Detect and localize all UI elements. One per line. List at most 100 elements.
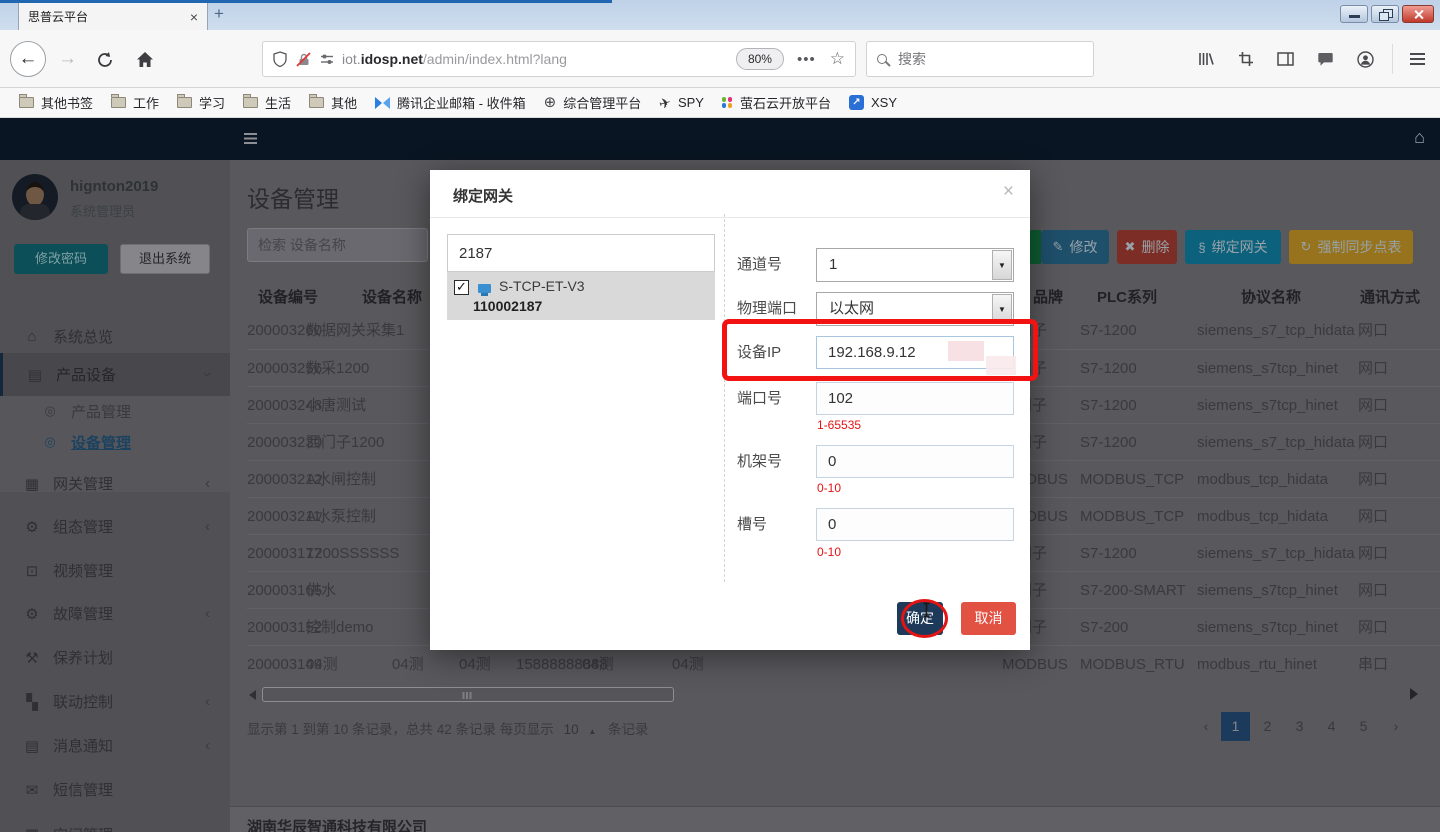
hscroll-right-arrow[interactable] (1410, 688, 1418, 700)
screen: 思普云平台 × + ← → (0, 0, 1440, 832)
page-button[interactable]: 1 (1221, 712, 1250, 741)
page-button[interactable]: 4 (1317, 712, 1346, 741)
sidebar-item[interactable]: ⊡视频管理 (0, 549, 230, 592)
sidebar-item[interactable]: ⚙故障管理‹ (0, 592, 230, 635)
sidebar-item[interactable]: ⌂系统总览 (0, 318, 230, 354)
back-button[interactable]: ← (10, 41, 46, 77)
table-cell: 网口 (1358, 350, 1388, 387)
bookmark-item[interactable]: 其他书签 (10, 91, 102, 115)
table-row[interactable]: 20000314904测04测04测1588888888804测04测MODBU… (247, 645, 1440, 682)
modal-close-icon[interactable]: × (1003, 181, 1014, 203)
bookmark-item[interactable]: 萤石云开放平台 (713, 91, 840, 115)
bind-gateway-button[interactable]: § 绑定网关 (1185, 230, 1281, 264)
column-header: 设备编号 (258, 286, 318, 307)
hscroll-left-arrow[interactable] (249, 690, 256, 700)
table-cell: siemens_s7tcp_hinet (1197, 609, 1338, 646)
next-page-button[interactable]: › (1386, 712, 1406, 741)
bookmark-item[interactable]: 生活 (234, 91, 300, 115)
force-sync-button[interactable]: ↻ 强制同步点表 (1289, 230, 1413, 264)
page-button[interactable]: 2 (1253, 712, 1282, 741)
tab-title: 思普云平台 (28, 8, 190, 25)
home-button-icon[interactable] (136, 51, 154, 68)
prev-page-button[interactable]: ‹ (1196, 712, 1216, 741)
sidebar-item[interactable]: ◎设备管理 (0, 426, 230, 458)
logout-button[interactable]: 退出系统 (120, 244, 210, 274)
url-bar[interactable]: iot.idosp.net/admin/index.html?lang 80% … (262, 41, 856, 77)
column-header: 品牌 (1033, 286, 1063, 307)
caret-up-icon[interactable]: ▲ (588, 727, 596, 736)
modify-button[interactable]: ✎ 修改 (1041, 230, 1109, 264)
page-size-select[interactable]: 10 (564, 722, 579, 737)
sidebar-item[interactable]: ▤产品设备› (0, 353, 230, 396)
gateway-list-item[interactable]: S-TCP-ET-V3 110002187 (447, 272, 715, 320)
insecure-lock-icon[interactable] (296, 52, 311, 67)
gateway-id: 110002187 (473, 298, 542, 314)
checkbox-checked-icon[interactable] (454, 280, 469, 295)
bookmark-item[interactable]: ⊕综合管理平台 (535, 91, 651, 115)
bookmark-item[interactable]: 工作 (102, 91, 168, 115)
new-tab-button[interactable]: + (214, 4, 224, 24)
gateway-device-icon (478, 284, 491, 293)
table-cell: 网口 (1358, 498, 1388, 535)
change-password-button[interactable]: 修改密码 (14, 244, 108, 274)
screenshot-crop-icon[interactable] (1238, 51, 1254, 67)
page-actions-icon[interactable]: ••• (797, 51, 816, 68)
window-minimize-button[interactable] (1340, 5, 1368, 23)
slot-input[interactable] (816, 508, 1014, 541)
permissions-icon[interactable] (320, 52, 334, 66)
library-icon[interactable] (1198, 51, 1215, 67)
reload-icon[interactable] (96, 51, 116, 69)
window-restore-button[interactable] (1371, 5, 1399, 23)
sidebar-toggle-icon[interactable] (244, 133, 257, 135)
window-close-button[interactable] (1402, 5, 1434, 23)
bookmark-item[interactable]: 学习 (168, 91, 234, 115)
dropdown-arrow-icon[interactable]: ▼ (992, 250, 1012, 280)
menu-hamburger-icon[interactable] (1410, 53, 1425, 55)
browser-search-box[interactable] (866, 41, 1094, 77)
sidebar-panel-icon[interactable] (1277, 51, 1294, 67)
sidebar-item[interactable]: ▦网关管理‹ (0, 462, 230, 505)
sidebar-item[interactable]: ▤消息通知‹ (0, 724, 230, 767)
sidebar-item[interactable]: ⚙组态管理‹ (0, 505, 230, 548)
browser-tab[interactable]: 思普云平台 × (18, 3, 208, 30)
link-icon: § (1198, 240, 1205, 255)
browser-search-input[interactable] (896, 50, 1056, 68)
table-cell: 网口 (1358, 312, 1388, 349)
page-button[interactable]: 5 (1349, 712, 1378, 741)
chevron-left-icon: ‹ (205, 518, 210, 535)
table-cell: 1200SSSSSS (306, 535, 399, 572)
zoom-level-badge[interactable]: 80% (736, 48, 784, 70)
cancel-button[interactable]: 取消 (961, 602, 1016, 635)
sidebar-item[interactable]: ⚒保养计划 (0, 636, 230, 679)
bookmark-item[interactable]: ✈SPY (650, 91, 713, 115)
bookmark-item[interactable]: 其他 (300, 91, 366, 115)
hscroll-thumb[interactable] (262, 687, 674, 702)
bookmark-item[interactable]: ↗XSY (840, 91, 906, 115)
device-search-input[interactable] (247, 228, 428, 262)
gateway-search-input[interactable] (447, 234, 715, 272)
rack-input[interactable] (816, 445, 1014, 478)
avatar (12, 174, 58, 220)
sidebar-item[interactable]: ▚联动控制‹ (0, 680, 230, 723)
shield-icon[interactable] (273, 51, 287, 67)
table-cell: 04测 (459, 646, 491, 683)
url-text[interactable]: iot.idosp.net/admin/index.html?lang (342, 51, 736, 67)
gears-icon: ⚙ (22, 605, 42, 623)
port-input[interactable] (816, 382, 1014, 415)
page-button[interactable]: 3 (1285, 712, 1314, 741)
book-icon: ▤ (22, 737, 42, 755)
bookmark-item[interactable]: 腾讯企业邮箱 - 收件箱 (366, 91, 535, 115)
account-icon[interactable] (1357, 51, 1374, 68)
sidebar-item[interactable]: ✉短信管理 (0, 768, 230, 811)
tab-close-icon[interactable]: × (190, 10, 198, 24)
channel-select[interactable]: 1 ▼ (816, 248, 1014, 282)
app-home-icon[interactable]: ⌂ (1414, 127, 1425, 148)
delete-button[interactable]: ✖ 删除 (1117, 230, 1177, 264)
table-cell: siemens_s7tcp_hinet (1197, 387, 1338, 424)
sidebar-item[interactable]: ▦空间管理 (0, 812, 230, 832)
forward-button[interactable]: → (58, 48, 77, 70)
sidebar-item[interactable]: ◎产品管理 (0, 396, 230, 426)
add-button-partial[interactable] (1029, 230, 1041, 264)
bookmark-star-icon[interactable]: ☆ (830, 49, 845, 69)
chat-bubble-icon[interactable] (1317, 51, 1334, 67)
